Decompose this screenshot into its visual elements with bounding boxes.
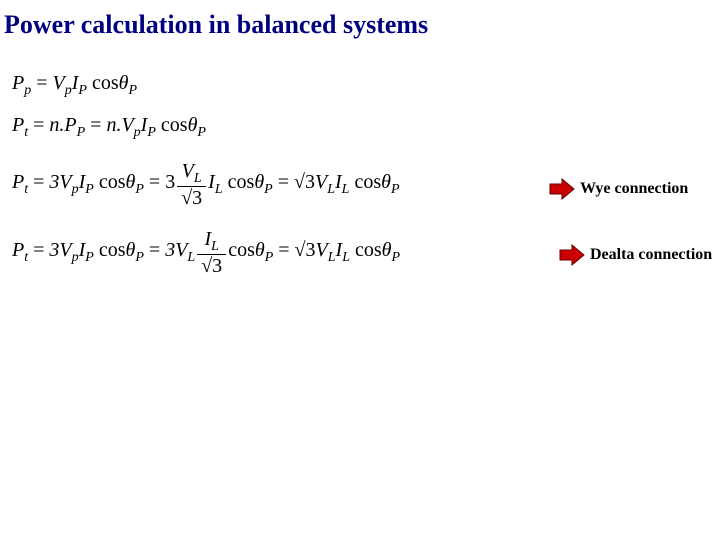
page-title: Power calculation in balanced systems [4, 10, 428, 40]
fraction-il-over-sqrt3: IL √3 [197, 228, 226, 277]
label-wye-connection: Wye connection [580, 180, 688, 198]
label-delta-connection: Dealta connection [590, 246, 712, 264]
equation-3-wye: Pt = 3VpIP cosθP = 3 VL √3 IL cosθP = √3… [12, 160, 400, 209]
fraction-vl-over-sqrt3: VL √3 [177, 160, 206, 209]
equation-2: Pt = n.PP = n.VpIP cosθP [12, 114, 206, 141]
equation-4-delta: Pt = 3VpIP cosθP = 3VL IL √3 cosθP = √3V… [12, 228, 400, 277]
arrow-right-icon [558, 244, 586, 266]
equation-1: Pp = VpIP cosθP [12, 72, 137, 99]
arrow-right-icon [548, 178, 576, 200]
